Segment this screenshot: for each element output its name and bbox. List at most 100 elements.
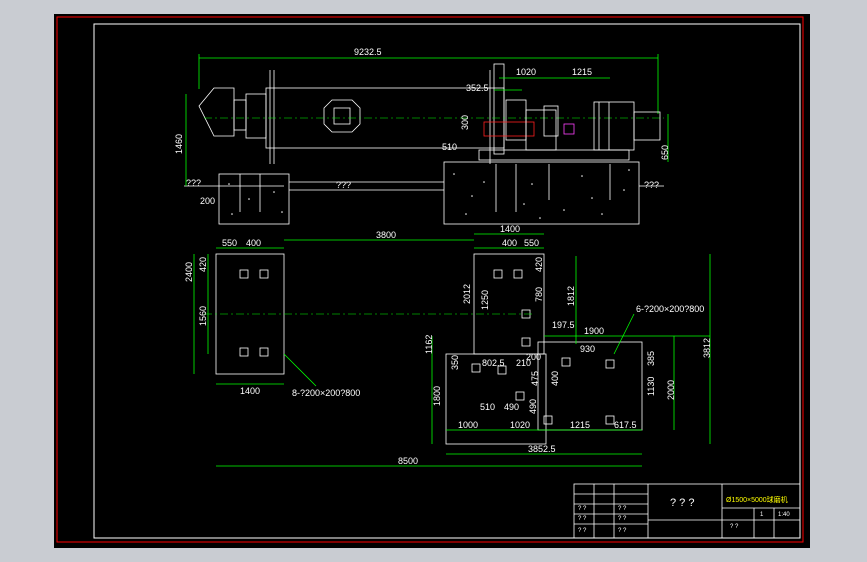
dim-350: 350 (450, 355, 460, 370)
dim-1812: 1812 (566, 286, 576, 306)
plan-view: 550 400 3800 1400 400 550 2400 420 1560 … (184, 224, 712, 467)
dim-475: 475 (530, 371, 540, 386)
title-block: ? ? ? Ø1500×5000球磨机 1:40 1 ? ? ? ? ? ? ?… (573, 483, 801, 539)
feed-bearing (233, 99, 247, 131)
bolt-hole-r5 (471, 363, 481, 373)
inner-border (93, 23, 801, 539)
dim-1460: 1460 (174, 134, 184, 154)
motor-base (478, 149, 630, 161)
bolt-hole-m4 (605, 415, 615, 425)
tb-cell-4: ? ? (618, 516, 627, 522)
motor-fan (633, 111, 661, 141)
bolt-hole-l1 (239, 269, 249, 279)
label-q-right: ??? (644, 180, 659, 190)
dim-550b: 550 (524, 238, 539, 248)
tb-cell-0: ? ? (578, 506, 587, 512)
dim-200-plan: 200 (526, 352, 541, 362)
dim-200-elev: 200 (200, 196, 215, 206)
concrete-hatch (228, 169, 630, 219)
label-q-mid: ??? (336, 180, 351, 190)
dim-617-5: 617.5 (614, 420, 637, 430)
dim-1215-plan: 1215 (570, 420, 590, 430)
manhole-cover (333, 107, 351, 125)
coupling-magenta (563, 123, 575, 135)
dim-1020-plan: 1020 (510, 420, 530, 430)
foundation-left (218, 173, 290, 225)
dim-1162: 1162 (424, 335, 434, 354)
dim-197-5: 197.5 (552, 320, 575, 330)
tb-cell-3: ? ? (618, 506, 627, 512)
bolt-hole-l2 (259, 269, 269, 279)
motor-body (593, 101, 635, 151)
manhole (323, 99, 361, 133)
dim-1130: 1130 (646, 377, 656, 396)
dim-385: 385 (646, 351, 656, 366)
feed-head (198, 87, 235, 137)
dim-1250: 1250 (480, 290, 490, 310)
dim-3800: 3800 (376, 230, 396, 240)
dim-420a: 420 (198, 257, 208, 272)
dim-550a: 550 (222, 238, 237, 248)
dim-8500: 8500 (398, 456, 418, 466)
dim-1215-top: 1215 (572, 67, 592, 77)
dim-1800: 1800 (432, 386, 442, 406)
dim-1900: 1900 (584, 326, 604, 336)
bolt-hole-m2 (605, 359, 615, 369)
tb-scale: 1:40 (778, 512, 790, 518)
drawing-canvas[interactable]: 9232.5 1020 1215 352.5 1460 300 510 650 … (54, 14, 810, 548)
bolt-hole-r1 (493, 269, 503, 279)
bolt-hole-l3 (239, 347, 249, 357)
pinion (525, 109, 557, 151)
dim-300: 300 (460, 115, 470, 130)
bolt-hole-m1 (561, 357, 571, 367)
drawing-svg: 9232.5 1020 1215 352.5 1460 300 510 650 … (56, 16, 804, 543)
gear-red (483, 121, 535, 137)
outer-frame (56, 16, 804, 543)
shaft-post (493, 63, 505, 155)
dim-510-plan: 510 (480, 402, 495, 412)
dim-490b: 490 (528, 399, 538, 414)
bolt-hole-r2 (513, 269, 523, 279)
dim-400c: 400 (550, 371, 560, 386)
dim-1000: 1000 (458, 420, 478, 430)
dim-510-elev: 510 (442, 142, 457, 152)
tb-cell-5: ? ? (618, 528, 627, 534)
dim-1400a: 1400 (500, 224, 520, 234)
tb-heading: ? ? ? (670, 497, 694, 509)
cad-window: 9232.5 1020 1215 352.5 1460 300 510 650 … (0, 0, 867, 562)
dim-420b: 420 (534, 257, 544, 272)
dim-1400b: 1400 (240, 386, 260, 396)
title-block-frame (573, 483, 801, 539)
dim-2000: 2000 (666, 380, 676, 400)
dim-490: 490 (504, 402, 519, 412)
dim-400b: 400 (502, 238, 517, 248)
dim-802-5: 802.5 (482, 358, 505, 368)
tb-drawing-name: Ø1500×5000球磨机 (726, 495, 788, 504)
bolt-hole-m3 (543, 415, 553, 425)
label-bolt-left: 8-?200×200?800 (292, 388, 360, 398)
dim-780: 780 (534, 287, 544, 302)
leader-right (613, 313, 635, 355)
leader-left (283, 353, 317, 387)
elevation-view: 9232.5 1020 1215 352.5 1460 300 510 650 … (174, 47, 670, 225)
tb-sheet: 1 (760, 512, 764, 518)
dim-1020-top: 1020 (516, 67, 536, 77)
label-bolt-right: 6-?200×200?800 (636, 304, 704, 314)
bolt-hole-l4 (259, 347, 269, 357)
dim-930: 930 (580, 344, 595, 354)
bolt-hole-r4 (521, 337, 531, 347)
dim-3812: 3812 (702, 338, 712, 358)
tb-cell-2: ? ? (578, 528, 587, 534)
dim-400a: 400 (246, 238, 261, 248)
dim-3852-5: 3852.5 (528, 444, 556, 454)
tb-cell-1: ? ? (578, 516, 587, 522)
dim-1560: 1560 (198, 306, 208, 326)
label-q-left: ??? (186, 178, 201, 188)
bolt-hole-r7 (515, 391, 525, 401)
tb-cell-q: ? ? (730, 524, 739, 530)
dim-9232-5: 9232.5 (354, 47, 382, 57)
discharge-bearing (505, 99, 527, 141)
dim-2400: 2400 (184, 262, 194, 282)
dim-352-5: 352.5 (466, 83, 489, 93)
dim-650: 650 (660, 145, 670, 160)
